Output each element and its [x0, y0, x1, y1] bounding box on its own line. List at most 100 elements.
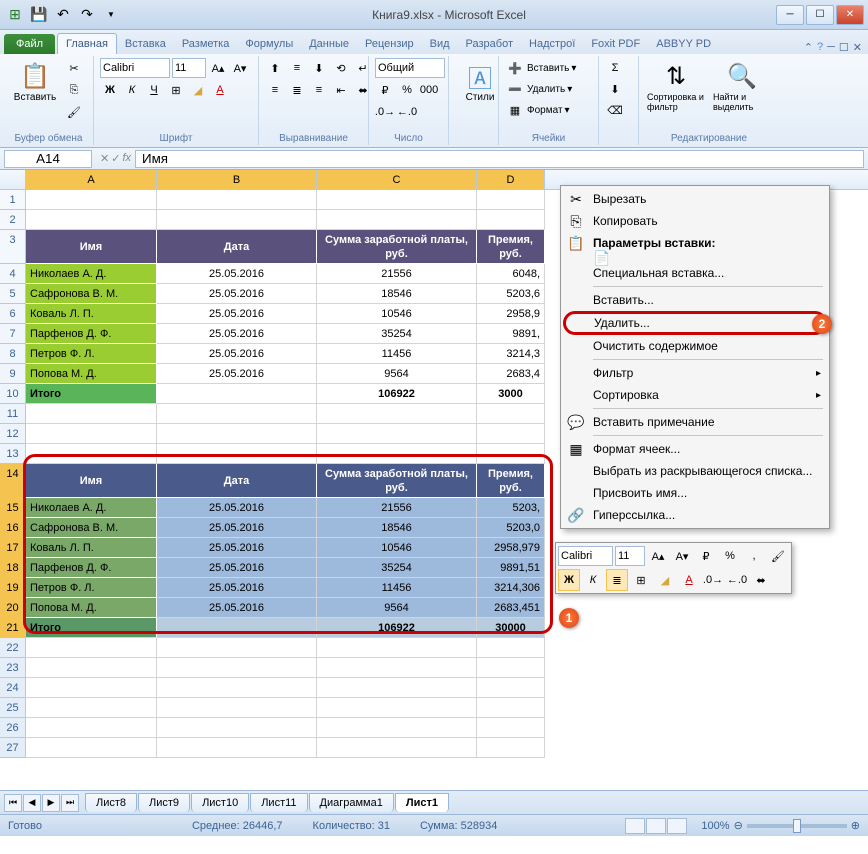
ctx-filter[interactable]: Фильтр▸ [563, 362, 827, 384]
cell[interactable]: 25.05.2016 [157, 558, 317, 578]
ctx-paste-option-btn[interactable]: 📄 [563, 254, 827, 262]
cell[interactable]: 5203,6 [477, 284, 545, 304]
cell[interactable] [26, 678, 157, 698]
view-normal[interactable] [625, 818, 645, 834]
cell[interactable] [26, 658, 157, 678]
cell[interactable] [317, 638, 477, 658]
row-header[interactable]: 5 [0, 284, 26, 304]
zoom-level[interactable]: 100% [701, 820, 729, 832]
fill-icon[interactable]: ⬇ [605, 79, 625, 99]
mini-inc-decimal-icon[interactable]: .0→ [702, 569, 724, 591]
cell[interactable]: Итого [26, 618, 157, 638]
cell[interactable] [317, 738, 477, 758]
cell[interactable]: 25.05.2016 [157, 364, 317, 384]
cell[interactable]: 25.05.2016 [157, 518, 317, 538]
tab-review[interactable]: Рецензир [357, 34, 422, 54]
cell[interactable] [26, 698, 157, 718]
cell[interactable]: 11456 [317, 344, 477, 364]
cell[interactable]: 6048, [477, 264, 545, 284]
close-button[interactable]: ✕ [836, 5, 864, 25]
mini-bold[interactable]: Ж [558, 569, 580, 591]
minimize-button[interactable]: ─ [776, 5, 804, 25]
col-header-b[interactable]: B [157, 170, 317, 189]
row-header[interactable]: 10 [0, 384, 26, 404]
row-header[interactable]: 16 [0, 518, 26, 538]
cell[interactable] [477, 718, 545, 738]
row-header[interactable]: 7 [0, 324, 26, 344]
ctx-comment[interactable]: 💬Вставить примечание [563, 411, 827, 433]
cell[interactable] [157, 444, 317, 464]
cell[interactable] [26, 424, 157, 444]
ctx-copy[interactable]: ⎘Копировать [563, 210, 827, 232]
excel-icon[interactable]: ⊞ [4, 4, 26, 26]
cell[interactable]: Попова М. Д. [26, 364, 157, 384]
row-header[interactable]: 18 [0, 558, 26, 578]
cell[interactable]: 106922 [317, 618, 477, 638]
cell[interactable] [477, 698, 545, 718]
decrease-decimal-icon[interactable]: ←.0 [397, 102, 417, 122]
cell[interactable]: 10546 [317, 304, 477, 324]
cell[interactable] [317, 658, 477, 678]
cell[interactable]: Николаев А. Д. [26, 498, 157, 518]
cell[interactable]: 11456 [317, 578, 477, 598]
cell[interactable] [157, 738, 317, 758]
tab-developer[interactable]: Разработ [458, 34, 521, 54]
name-box[interactable] [4, 150, 92, 168]
row-header[interactable]: 20 [0, 598, 26, 618]
shrink-font-icon[interactable]: A▾ [230, 58, 250, 78]
cell[interactable] [317, 190, 477, 210]
tab-layout[interactable]: Разметка [174, 34, 238, 54]
cell[interactable]: 25.05.2016 [157, 344, 317, 364]
cell[interactable]: 35254 [317, 324, 477, 344]
formula-bar[interactable] [135, 150, 864, 168]
sheet-tab[interactable]: Лист11 [250, 793, 307, 812]
cell[interactable]: Премия, руб. [477, 464, 545, 498]
cell[interactable]: Имя [26, 230, 157, 264]
cell[interactable]: Сафронова В. М. [26, 518, 157, 538]
cell[interactable]: 2683,451 [477, 598, 545, 618]
italic-button[interactable]: К [122, 80, 142, 100]
qat-redo-icon[interactable]: ↷ [76, 4, 98, 26]
ctx-hyperlink[interactable]: 🔗Гиперссылка... [563, 504, 827, 526]
row-header[interactable]: 6 [0, 304, 26, 324]
col-header-d[interactable]: D [477, 170, 545, 189]
sheet-tab[interactable]: Лист10 [191, 793, 249, 812]
cell[interactable]: 9564 [317, 364, 477, 384]
cell[interactable]: 2958,979 [477, 538, 545, 558]
align-left-icon[interactable]: ≡ [265, 80, 285, 100]
ctx-format[interactable]: ▦Формат ячеек... [563, 438, 827, 460]
row-header[interactable]: 12 [0, 424, 26, 444]
qat-save-icon[interactable]: 💾 [28, 4, 50, 26]
ctx-insert[interactable]: Вставить... [563, 289, 827, 311]
row-header[interactable]: 22 [0, 638, 26, 658]
cell[interactable] [477, 638, 545, 658]
cell[interactable] [26, 718, 157, 738]
sheet-tab[interactable]: Лист8 [85, 793, 137, 812]
font-color-icon[interactable]: A [210, 80, 230, 100]
tab-abbyy[interactable]: ABBYY PD [648, 34, 719, 54]
underline-button[interactable]: Ч [144, 80, 164, 100]
font-selector[interactable] [100, 58, 170, 78]
tab-data[interactable]: Данные [301, 34, 357, 54]
cell[interactable]: Сумма заработной платы, руб. [317, 464, 477, 498]
cell[interactable]: 2683,4 [477, 364, 545, 384]
row-header[interactable]: 14 [0, 464, 26, 498]
cell[interactable]: Парфенов Д. Ф. [26, 324, 157, 344]
cell[interactable]: Сафронова В. М. [26, 284, 157, 304]
sort-filter-button[interactable]: ⇅ Сортировка и фильтр [645, 58, 707, 114]
tab-addins[interactable]: Надстрої [521, 34, 583, 54]
cell[interactable]: Дата [157, 464, 317, 498]
accept-formula-icon[interactable]: ✓ [111, 152, 120, 165]
cell[interactable] [317, 444, 477, 464]
cell[interactable]: Коваль Л. П. [26, 304, 157, 324]
cell[interactable]: 25.05.2016 [157, 598, 317, 618]
font-size-selector[interactable] [172, 58, 206, 78]
tab-formulas[interactable]: Формулы [237, 34, 301, 54]
cell[interactable]: Николаев А. Д. [26, 264, 157, 284]
ctx-clear[interactable]: Очистить содержимое [563, 335, 827, 357]
ctx-dropdown[interactable]: Выбрать из раскрывающегося списка... [563, 460, 827, 482]
cell[interactable] [477, 404, 545, 424]
mini-format-painter-icon[interactable]: 🖌 [767, 545, 789, 567]
cell[interactable]: Имя [26, 464, 157, 498]
cell[interactable]: 106922 [317, 384, 477, 404]
